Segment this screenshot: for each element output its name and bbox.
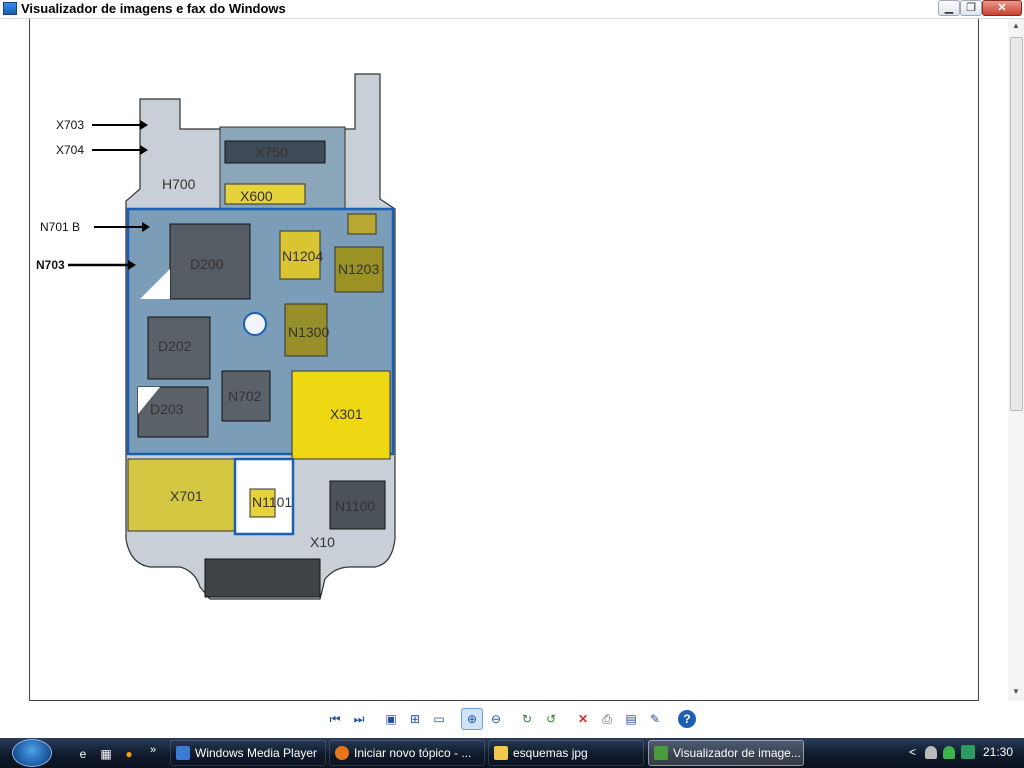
rotate-counterclockwise-button[interactable]: ↺ — [542, 710, 560, 728]
callout-label: X703 — [56, 118, 84, 132]
component-label: X301 — [330, 406, 363, 422]
component-label: D202 — [158, 338, 192, 354]
folder-icon — [494, 746, 508, 760]
zoom-out-button[interactable]: ⊖ — [487, 710, 505, 728]
component-label: X701 — [170, 488, 203, 504]
callout-label: N703 — [36, 258, 65, 272]
internet-explorer-icon[interactable]: e — [75, 746, 91, 762]
firefox-icon[interactable]: ● — [121, 746, 137, 762]
component-label: N1203 — [338, 261, 379, 277]
scroll-thumb[interactable] — [1010, 37, 1023, 411]
best-fit-button[interactable]: ▣ — [382, 710, 400, 728]
task-image-viewer[interactable]: Visualizador de image... — [648, 740, 804, 766]
image-viewer-area: X703 X704 N701 B N703 X750 H700 X600 D20… — [0, 19, 1024, 701]
task-folder[interactable]: esquemas jpg — [488, 740, 644, 766]
task-windows-media-player[interactable]: Windows Media Player — [170, 740, 326, 766]
window-title: Visualizador de imagens e fax do Windows — [21, 1, 286, 16]
clock[interactable]: 21:30 — [983, 745, 1013, 759]
save-button[interactable]: ▤ — [622, 710, 640, 728]
callout-label: N701 B — [40, 220, 80, 234]
zoom-in-button[interactable]: ⊕ — [461, 708, 483, 730]
tray-chevron[interactable]: < — [909, 745, 916, 759]
rotate-clockwise-button[interactable]: ↻ — [518, 710, 536, 728]
show-desktop-icon[interactable]: ▦ — [98, 746, 114, 762]
component-label: N1204 — [282, 248, 323, 264]
print-button[interactable]: ⎙ — [598, 710, 616, 728]
start-button[interactable] — [12, 739, 52, 767]
media-player-icon — [176, 746, 190, 760]
next-image-button[interactable]: ⏭ — [350, 710, 368, 728]
close-button[interactable]: ✕ — [982, 0, 1022, 16]
image-viewer-app-icon — [3, 2, 17, 15]
viewer-toolbar: ⏮ ⏭ ▣ ⊞ ▭ ⊕ ⊖ ↻ ↺ ✕ ⎙ ▤ ✎ ? — [0, 702, 1024, 738]
callout-label: X704 — [56, 143, 84, 157]
image-viewer-icon — [654, 746, 668, 760]
task-label: esquemas jpg — [513, 746, 588, 760]
component-label: X750 — [255, 144, 288, 160]
component-label: D203 — [150, 401, 184, 417]
component-label: N1300 — [288, 324, 329, 340]
user-icon[interactable] — [925, 746, 937, 759]
firefox-icon — [335, 746, 349, 760]
task-firefox[interactable]: Iniciar novo tópico - ... — [329, 740, 485, 766]
system-tray: < 21:30 — [905, 738, 1024, 768]
task-label: Iniciar novo tópico - ... — [354, 746, 472, 760]
previous-image-button[interactable]: ⏮ — [326, 710, 344, 728]
task-label: Windows Media Player — [195, 746, 318, 760]
actual-size-button[interactable]: ⊞ — [406, 710, 424, 728]
network-icon[interactable] — [961, 745, 975, 759]
title-bar: Visualizador de imagens e fax do Windows… — [0, 0, 1024, 19]
image-canvas: X703 X704 N701 B N703 X750 H700 X600 D20… — [29, 19, 979, 701]
maximize-button[interactable]: ❐ — [960, 0, 982, 16]
minimize-button[interactable]: ▁ — [938, 0, 960, 16]
vertical-scrollbar[interactable]: ▲ ▼ — [1008, 19, 1024, 701]
component-label: X600 — [240, 188, 273, 204]
component-label: N702 — [228, 388, 262, 404]
component-label: H700 — [162, 176, 196, 192]
task-label: Visualizador de image... — [673, 746, 801, 760]
edit-button[interactable]: ✎ — [646, 710, 664, 728]
help-button[interactable]: ? — [678, 710, 696, 728]
component-label: D200 — [190, 256, 224, 272]
quicklaunch-chevron[interactable]: » — [145, 742, 161, 758]
component-label: N1101 — [252, 494, 292, 510]
slideshow-button[interactable]: ▭ — [430, 710, 448, 728]
scroll-up-arrow[interactable]: ▲ — [1008, 19, 1024, 33]
circuit-board-image: X703 X704 N701 B N703 X750 H700 X600 D20… — [36, 73, 396, 600]
messenger-icon[interactable] — [943, 746, 955, 759]
scroll-down-arrow[interactable]: ▼ — [1008, 685, 1024, 699]
component-label: X10 — [310, 534, 335, 550]
delete-button[interactable]: ✕ — [574, 710, 592, 728]
taskbar: e ▦ ● » Windows Media Player Iniciar nov… — [0, 738, 1024, 768]
component-label: N1100 — [335, 498, 375, 514]
